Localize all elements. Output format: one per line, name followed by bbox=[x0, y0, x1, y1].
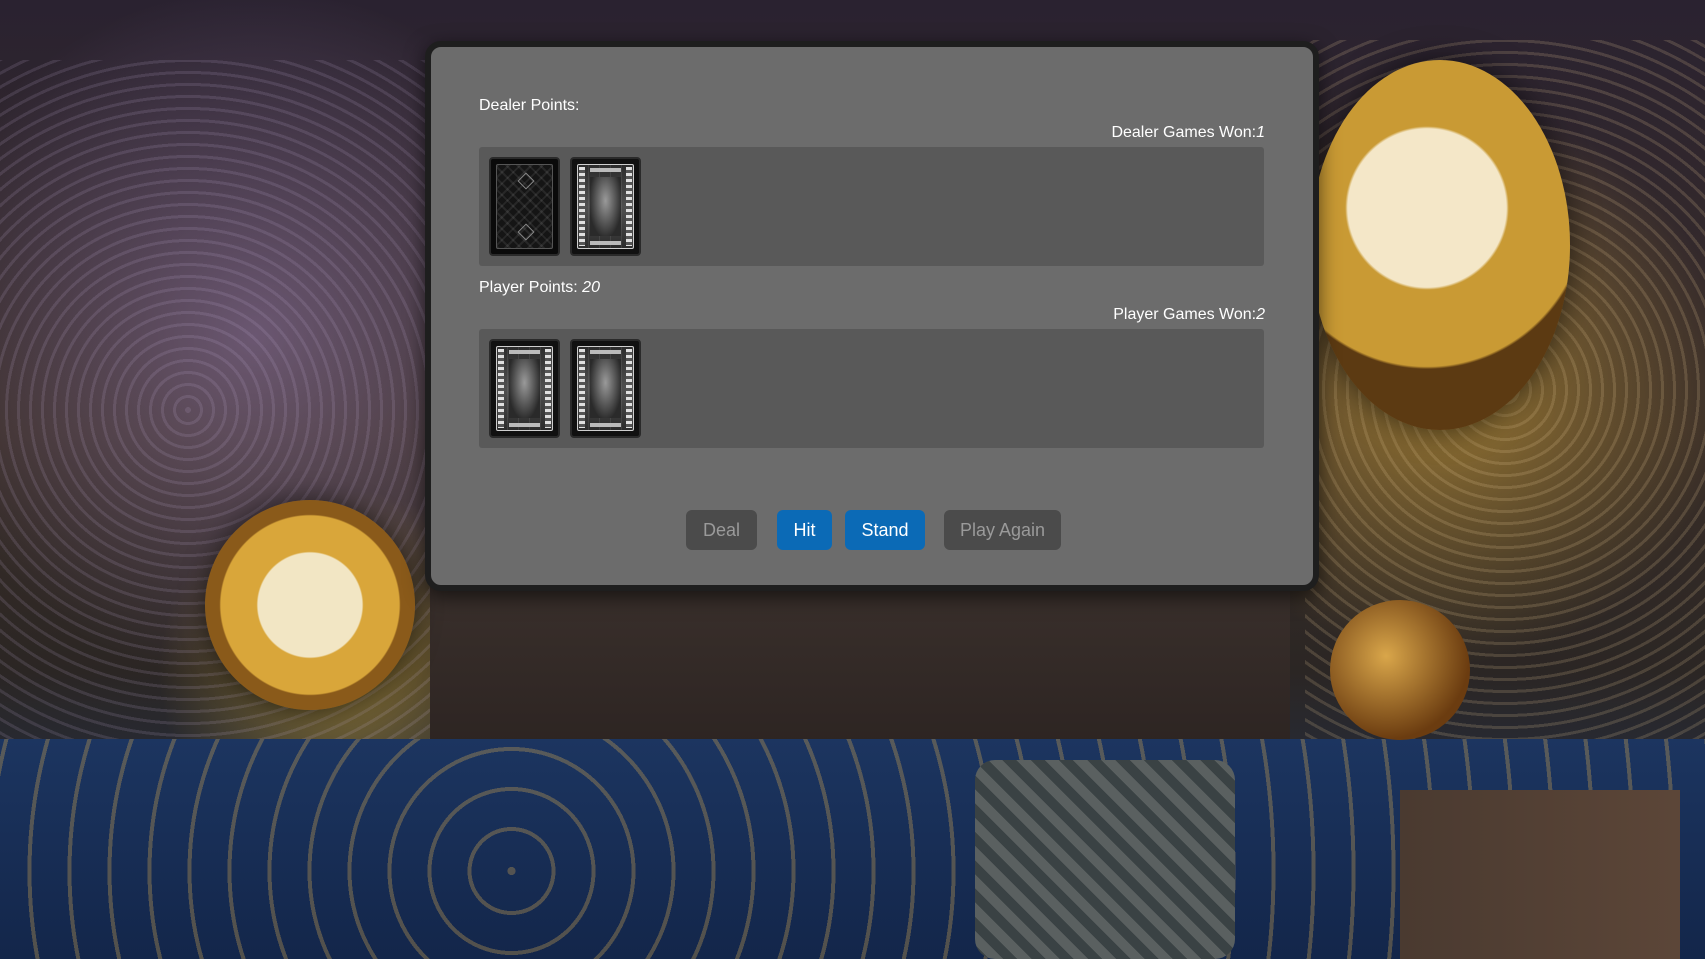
play-again-button[interactable]: Play Again bbox=[944, 510, 1061, 550]
blackjack-game-panel: Dealer Points: Dealer Games Won:1 Player… bbox=[425, 41, 1319, 591]
dealer-games-won-value: 1 bbox=[1256, 124, 1265, 141]
card-border-ornament bbox=[579, 167, 585, 246]
dealer-card-back bbox=[489, 157, 560, 256]
player-games-won-label: Player Games Won: bbox=[1113, 306, 1257, 323]
dealer-games-won: Dealer Games Won:1 bbox=[1111, 124, 1265, 142]
dealer-games-won-label: Dealer Games Won: bbox=[1111, 124, 1257, 141]
game-controls: Deal Hit Stand Play Again bbox=[431, 510, 1313, 550]
card-back-pattern bbox=[496, 164, 553, 249]
card-title-bar bbox=[590, 350, 621, 354]
card-title-bar bbox=[590, 168, 621, 172]
skull-bowl-image bbox=[1310, 60, 1570, 430]
deal-button[interactable]: Deal bbox=[686, 510, 757, 550]
player-points-label: Player Points: bbox=[479, 279, 578, 296]
wooden-crate-image bbox=[1400, 790, 1680, 959]
player-points: Player Points: 20 bbox=[479, 279, 600, 297]
card-border-ornament bbox=[626, 167, 632, 246]
player-games-won-value: 2 bbox=[1256, 306, 1265, 323]
player-card-face bbox=[489, 339, 560, 438]
player-games-won: Player Games Won:2 bbox=[1113, 306, 1265, 324]
card-back-emblem-icon bbox=[517, 223, 534, 241]
card-border-ornament bbox=[498, 349, 504, 428]
card-back-emblem-icon bbox=[517, 172, 534, 190]
card-illustration bbox=[590, 359, 621, 418]
dealer-card-face bbox=[570, 157, 641, 256]
card-illustration bbox=[590, 177, 621, 236]
brass-urn-image bbox=[1330, 600, 1470, 740]
card-caption-bar bbox=[509, 423, 540, 427]
player-points-value: 20 bbox=[582, 279, 600, 296]
card-caption-bar bbox=[590, 423, 621, 427]
player-hand bbox=[479, 329, 1264, 448]
card-illustration bbox=[509, 359, 540, 418]
player-card-face bbox=[570, 339, 641, 438]
pillow-image bbox=[975, 760, 1235, 959]
hit-button[interactable]: Hit bbox=[777, 510, 832, 550]
golden-bowl-image bbox=[205, 500, 415, 710]
card-caption-bar bbox=[590, 241, 621, 245]
stand-button[interactable]: Stand bbox=[845, 510, 925, 550]
dealer-hand bbox=[479, 147, 1264, 266]
card-border-ornament bbox=[545, 349, 551, 428]
card-border-ornament bbox=[579, 349, 585, 428]
card-title-bar bbox=[509, 350, 540, 354]
card-border-ornament bbox=[626, 349, 632, 428]
dealer-points: Dealer Points: bbox=[479, 97, 580, 115]
dealer-points-label: Dealer Points: bbox=[479, 97, 580, 114]
